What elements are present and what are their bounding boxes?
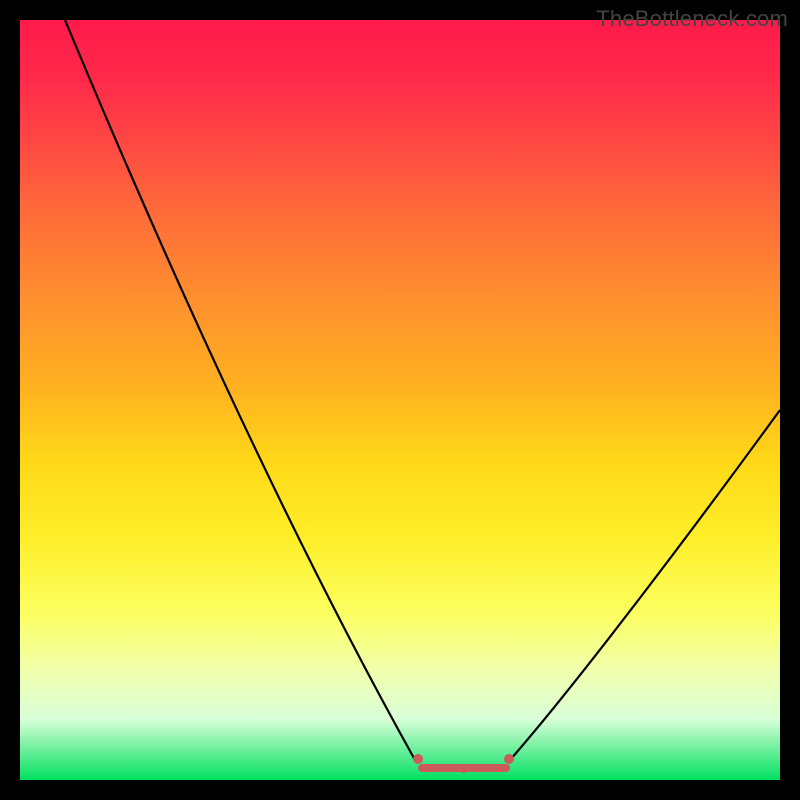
marker-dot-start bbox=[413, 754, 423, 764]
marker-dot-end bbox=[504, 754, 514, 764]
curve-right bbox=[510, 410, 780, 760]
marker-dot-mid2 bbox=[460, 766, 467, 773]
curve-left bbox=[65, 20, 415, 760]
bottleneck-curve bbox=[20, 20, 780, 780]
watermark-text: TheBottleneck.com bbox=[596, 6, 788, 32]
marker-dot-mid3 bbox=[482, 764, 489, 771]
marker-dot-mid1 bbox=[438, 764, 445, 771]
chart-plot-area bbox=[20, 20, 780, 780]
